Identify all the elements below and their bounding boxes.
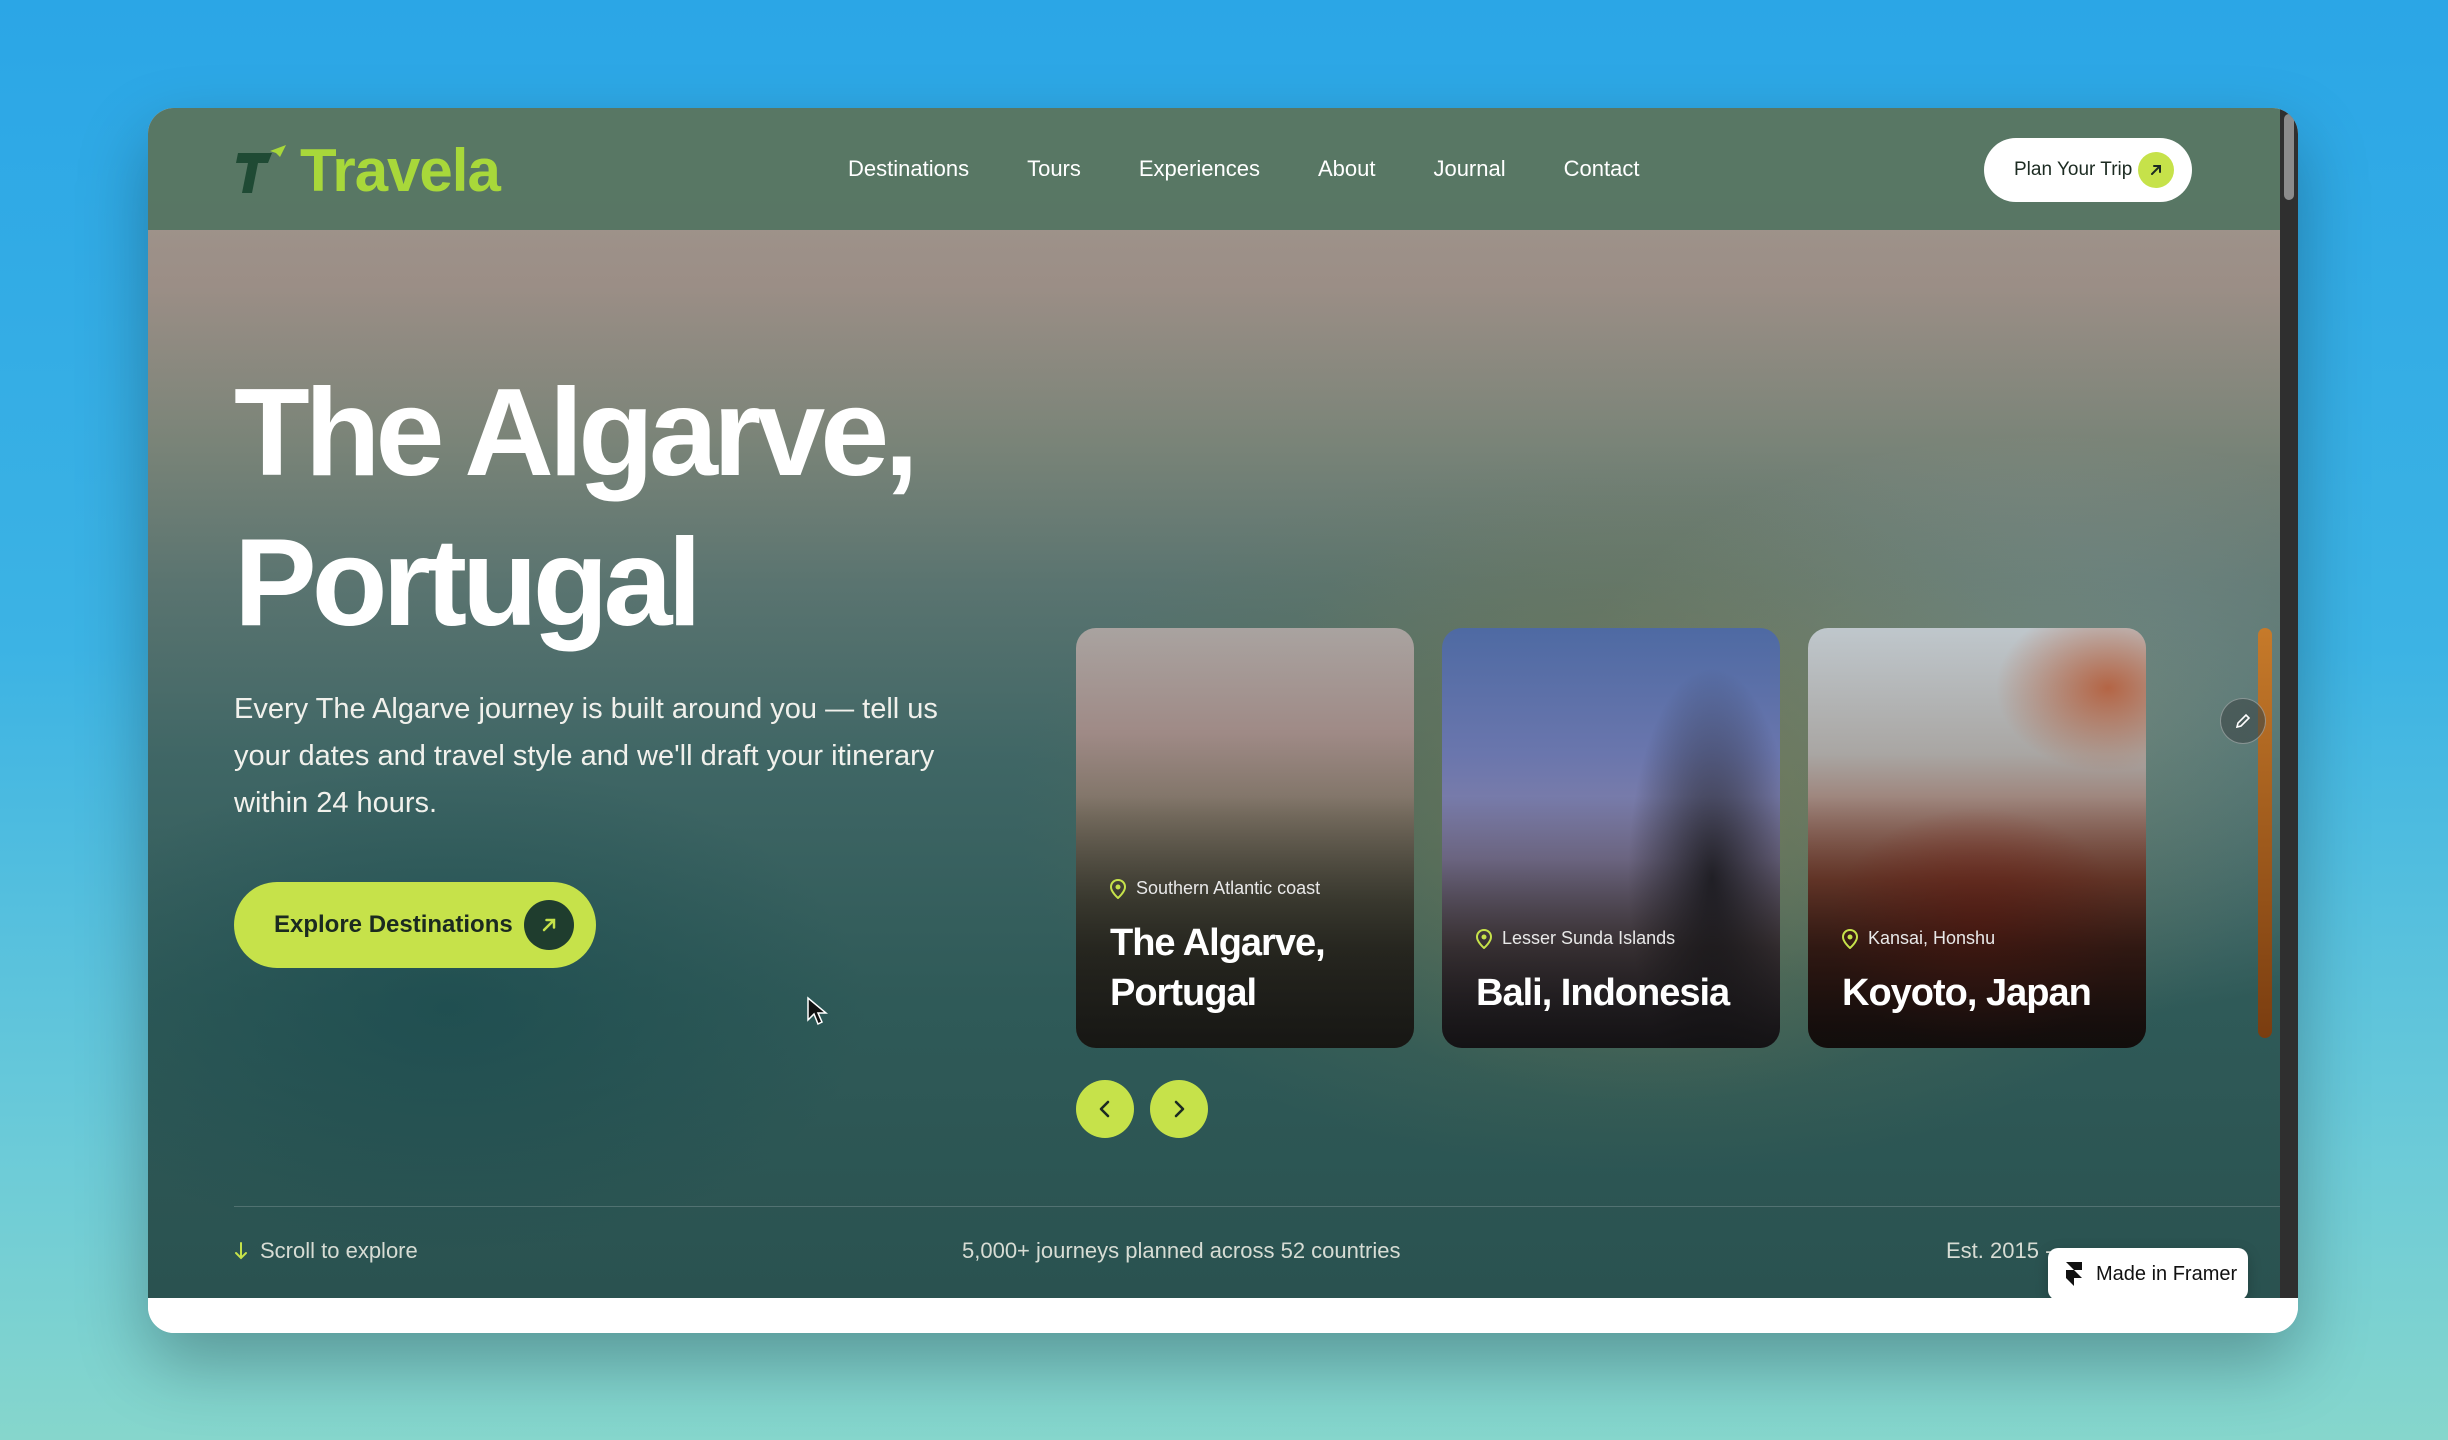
hero-description: Every The Algarve journey is built aroun… (234, 693, 938, 819)
logo-plane-icon (236, 144, 286, 193)
card-location: Lesser Sunda Islands (1476, 928, 1675, 949)
scroll-hint-label: Scroll to explore (260, 1238, 418, 1263)
mouse-cursor-icon (807, 996, 828, 1026)
established-text: Est. 2015 - (1946, 1238, 2053, 1263)
location-pin-icon (1476, 928, 1492, 949)
carousel-next-button[interactable] (1150, 1080, 1208, 1138)
explore-destinations-label: Explore Destinations (274, 911, 513, 938)
card-region: Kansai, Honshu (1868, 928, 1996, 948)
destination-card-bali[interactable]: Lesser Sunda Islands Bali, Indonesia (1442, 628, 1780, 1048)
pencil-icon[interactable] (2220, 698, 2266, 744)
nav-about[interactable]: About (1318, 150, 1376, 188)
arrow-up-right-icon (524, 900, 574, 950)
made-in-framer-label: Made in Framer (2096, 1262, 2238, 1285)
card-title: The Algarve, Portugal (1110, 922, 1326, 1014)
destination-card-algarve[interactable]: Southern Atlantic coast The Algarve, Por… (1076, 628, 1414, 1048)
card-region: Lesser Sunda Islands (1502, 928, 1676, 948)
chevron-left-icon (1099, 1100, 1110, 1118)
location-pin-icon (1842, 928, 1858, 949)
location-pin-icon (1110, 878, 1126, 899)
brand-name: Travela (300, 137, 501, 204)
nav-destinations[interactable]: Destinations (848, 150, 969, 188)
framer-logo-icon (2066, 1262, 2082, 1286)
scroll-hint[interactable]: Scroll to explore (234, 1238, 418, 1264)
page-scrollbar[interactable] (2280, 108, 2298, 1298)
made-in-framer-badge[interactable]: Made in Framer (2048, 1248, 2248, 1298)
next-card-peek[interactable] (2258, 628, 2272, 1038)
card-title: Koyoto, Japan (1842, 972, 2092, 1014)
arrow-up-right-icon (2138, 152, 2174, 188)
plan-your-trip-label: Plan Your Trip (2014, 159, 2133, 180)
explore-destinations-button[interactable]: Explore Destinations (234, 882, 596, 968)
browser-window: Travela Destinations Tours Experiences A… (148, 108, 2298, 1333)
brand-logo[interactable]: Travela (234, 136, 501, 205)
card-location: Southern Atlantic coast (1110, 878, 1320, 899)
main-nav: Destinations Tours Experiences About Jou… (848, 150, 1697, 188)
nav-tours[interactable]: Tours (1027, 150, 1081, 188)
chevron-right-icon (1174, 1100, 1185, 1118)
top-navbar: Travela Destinations Tours Experiences A… (148, 108, 2280, 230)
destination-card-kyoto[interactable]: Kansai, Honshu Koyoto, Japan (1808, 628, 2146, 1048)
card-location: Kansai, Honshu (1842, 928, 1995, 949)
card-title: Bali, Indonesia (1476, 972, 1730, 1014)
hero-divider (234, 1206, 2280, 1207)
scrollbar-thumb[interactable] (2284, 114, 2294, 200)
nav-journal[interactable]: Journal (1433, 150, 1505, 188)
nav-contact[interactable]: Contact (1564, 150, 1640, 188)
journeys-stat: 5,000+ journeys planned across 52 countr… (962, 1238, 1401, 1263)
nav-experiences[interactable]: Experiences (1139, 150, 1260, 188)
hero-title-line-1: The Algarve, (234, 364, 919, 502)
next-section-edge (148, 1298, 2298, 1333)
arrow-down-icon (235, 1242, 247, 1260)
plan-your-trip-button[interactable]: Plan Your Trip (1984, 138, 2192, 202)
hero-section: Travela Destinations Tours Experiences A… (148, 108, 2280, 1298)
hero-title-line-2: Portugal (234, 514, 702, 652)
destination-carousel: Southern Atlantic coast The Algarve, Por… (1076, 628, 2280, 1048)
carousel-prev-button[interactable] (1076, 1080, 1134, 1138)
hero-title: The Algarve, Portugal (234, 358, 1134, 658)
card-region: Southern Atlantic coast (1136, 878, 1321, 898)
